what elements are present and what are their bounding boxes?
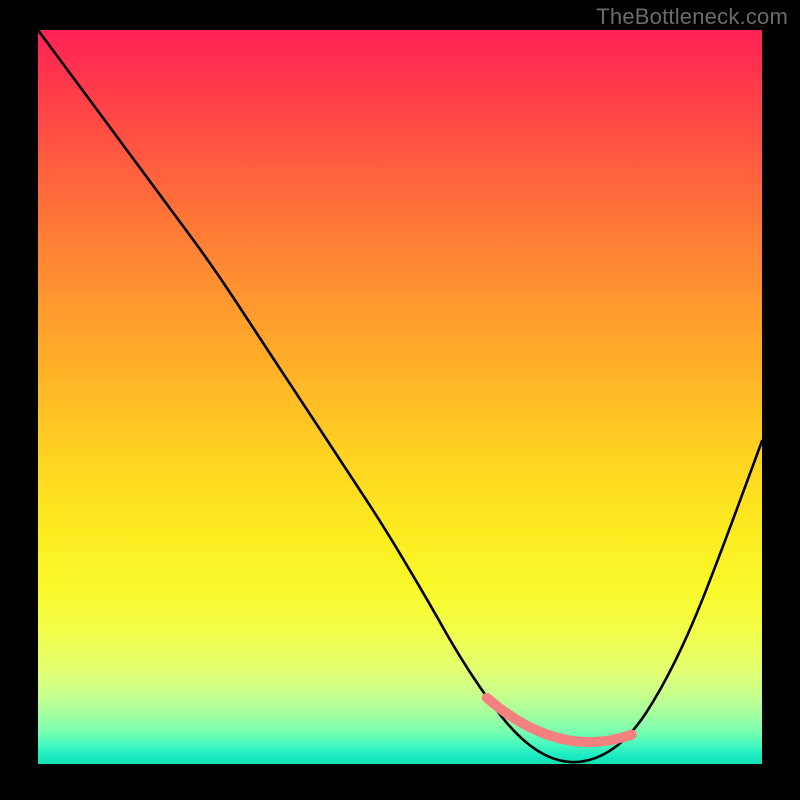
plot-area [38, 30, 762, 764]
curve-svg [38, 30, 762, 764]
watermark-text: TheBottleneck.com [596, 4, 788, 30]
highlight-segment [487, 698, 632, 742]
chart-canvas: TheBottleneck.com [0, 0, 800, 800]
bottleneck-curve [38, 30, 762, 762]
